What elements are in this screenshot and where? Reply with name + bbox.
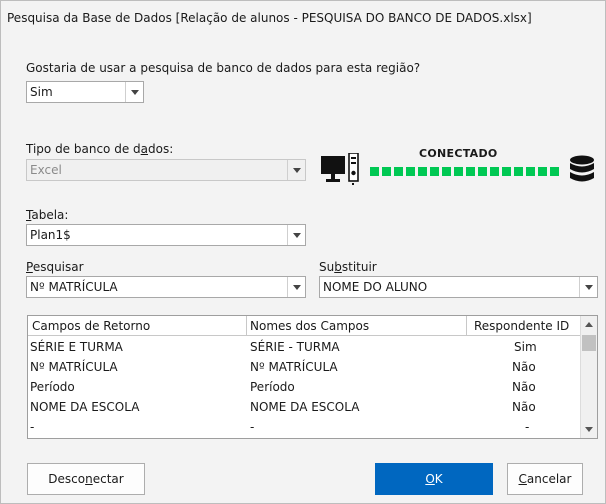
chevron-down-icon[interactable] — [579, 277, 597, 297]
cancel-button[interactable]: Cancelar — [507, 463, 583, 495]
replace-label: Substituir — [319, 260, 377, 274]
connection-segment — [406, 167, 415, 176]
table-row[interactable]: Período Período Não — [28, 378, 581, 398]
connection-segment — [454, 167, 463, 176]
scroll-thumb[interactable] — [582, 335, 596, 351]
table-row[interactable]: - - - — [28, 418, 581, 438]
search-label: Pesquisar — [26, 260, 84, 274]
connection-segment — [370, 167, 379, 176]
table-row[interactable]: NOME DA ESCOLA NOME DA ESCOLA Não — [28, 398, 581, 418]
grid-scrollbar[interactable] — [580, 316, 597, 438]
connection-segment — [526, 167, 535, 176]
grid-header-field-names[interactable]: Nomes dos Campos — [250, 319, 369, 333]
table-combo[interactable]: Plan1$ — [26, 224, 306, 246]
region-question-combo[interactable]: Sim — [26, 81, 144, 103]
computer-icon — [321, 152, 361, 187]
table-value: Plan1$ — [30, 228, 71, 242]
scroll-down-icon[interactable] — [581, 421, 597, 438]
grid-header-return-fields[interactable]: Campos de Retorno — [32, 319, 150, 333]
replace-field-value: NOME DO ALUNO — [323, 280, 428, 294]
db-type-combo[interactable]: Excel — [26, 159, 306, 181]
connection-segment — [418, 167, 427, 176]
table-row[interactable]: Nº MATRÍCULA Nº MATRÍCULA Não — [28, 358, 581, 378]
table-row[interactable]: SÉRIE E TURMA SÉRIE - TURMA Sim — [28, 338, 581, 358]
ok-button[interactable]: OK — [375, 463, 493, 495]
search-field-value: Nº MATRÍCULA — [30, 280, 118, 294]
connection-segment — [394, 167, 403, 176]
grid-header-respondent-id[interactable]: Respondente ID — [474, 319, 569, 333]
region-question-value: Sim — [30, 85, 53, 99]
title-bar: Pesquisa da Base de Dados [Relação de al… — [1, 1, 605, 37]
chevron-down-icon[interactable] — [287, 277, 305, 297]
chevron-down-icon[interactable] — [287, 225, 305, 245]
connection-segment — [466, 167, 475, 176]
connection-segment — [502, 167, 511, 176]
connection-segment — [490, 167, 499, 176]
search-field-combo[interactable]: Nº MATRÍCULA — [26, 276, 306, 298]
table-label: Tabela: — [26, 208, 69, 222]
connection-segment — [478, 167, 487, 176]
db-type-label: Tipo de banco de dados: — [26, 142, 174, 156]
database-search-dialog: Pesquisa da Base de Dados [Relação de al… — [0, 0, 606, 504]
connection-indicator — [370, 167, 559, 176]
connection-segment — [382, 167, 391, 176]
chevron-down-icon[interactable] — [125, 82, 143, 102]
connection-segment — [442, 167, 451, 176]
window-title: Pesquisa da Base de Dados [Relação de al… — [7, 11, 532, 25]
connection-segment — [514, 167, 523, 176]
scroll-up-icon[interactable] — [581, 316, 597, 333]
connection-segment — [430, 167, 439, 176]
disconnect-button[interactable]: Desconectar — [27, 463, 145, 495]
grid-header: Campos de Retorno Nomes dos Campos Respo… — [28, 316, 581, 336]
region-question-label: Gostaria de usar a pesquisa de banco de … — [26, 61, 421, 75]
db-type-value: Excel — [30, 163, 62, 177]
chevron-down-icon[interactable] — [287, 160, 305, 180]
connection-status-text: CONECTADO — [419, 147, 498, 160]
replace-field-combo[interactable]: NOME DO ALUNO — [319, 276, 598, 298]
connection-segment — [550, 167, 559, 176]
return-fields-grid[interactable]: Campos de Retorno Nomes dos Campos Respo… — [27, 315, 598, 439]
database-icon — [568, 155, 596, 187]
connection-segment — [538, 167, 547, 176]
